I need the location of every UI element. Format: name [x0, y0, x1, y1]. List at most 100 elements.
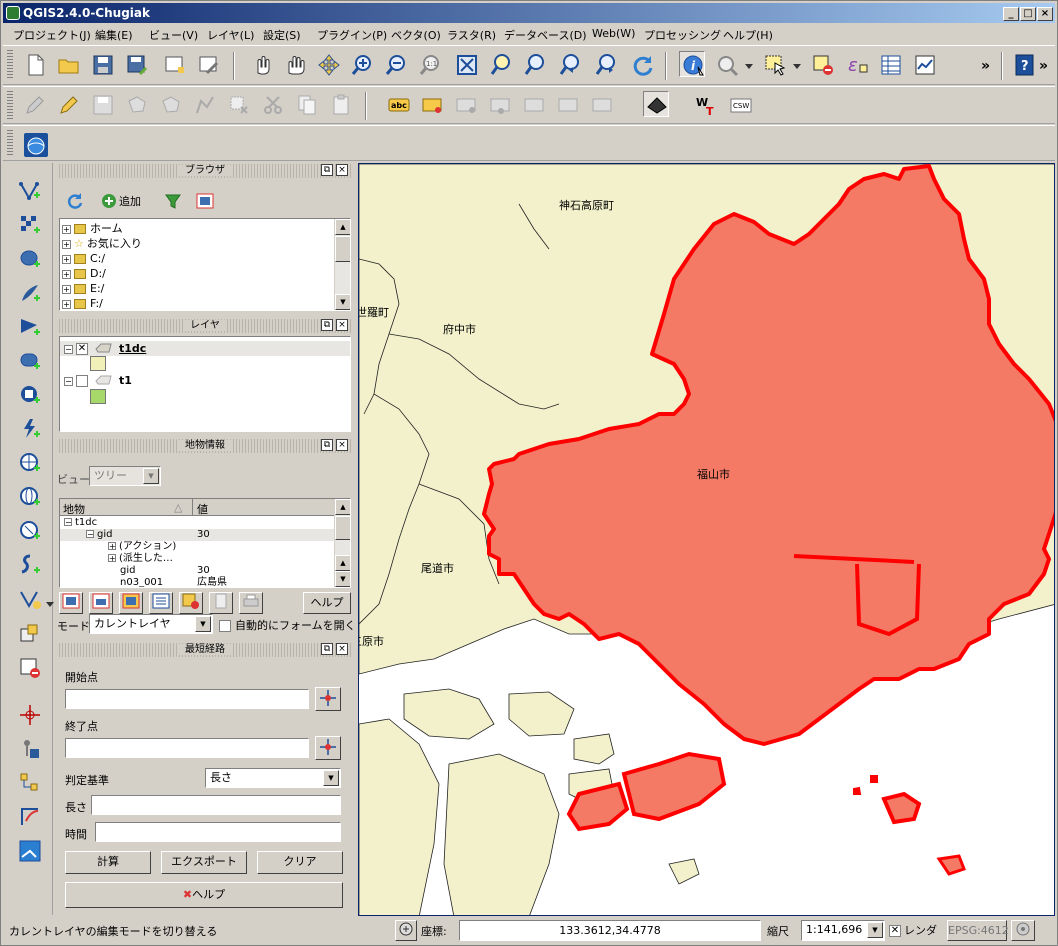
- menu-edit[interactable]: 編集(E): [95, 27, 133, 43]
- cut-features-icon[interactable]: [259, 91, 285, 117]
- add-vector-layer-icon[interactable]: [16, 177, 42, 203]
- copy-features-icon[interactable]: [293, 91, 319, 117]
- start-point-input[interactable]: [65, 689, 309, 709]
- identify-help-button[interactable]: ヘルプ: [303, 592, 351, 614]
- refresh-browser-icon[interactable]: [61, 187, 87, 213]
- add-wms-layer-icon[interactable]: [16, 381, 42, 407]
- close-icon[interactable]: ×: [336, 643, 348, 655]
- attribute-table-icon[interactable]: [877, 51, 903, 77]
- browser-item-c[interactable]: + C:/: [62, 251, 105, 266]
- calculate-button[interactable]: 計算: [65, 851, 151, 874]
- layer-visibility-checkbox[interactable]: [76, 375, 88, 387]
- add-wfs-layer-icon[interactable]: [16, 483, 42, 509]
- select-features-icon[interactable]: [761, 51, 787, 77]
- deselect-icon[interactable]: [809, 51, 835, 77]
- geometry-tool-icon[interactable]: [643, 91, 669, 117]
- menu-help[interactable]: ヘルプ(H): [723, 27, 773, 43]
- collapse-icon[interactable]: −: [64, 518, 72, 527]
- capture-coordinate-icon[interactable]: [16, 701, 42, 727]
- label-highlight-icon[interactable]: [453, 91, 479, 117]
- maximize-button[interactable]: □: [1020, 7, 1036, 21]
- menu-vector[interactable]: ベクタ(O): [391, 27, 441, 43]
- scroll-thumb[interactable]: [335, 516, 350, 540]
- road-graph-icon[interactable]: [16, 837, 42, 863]
- new-shapefile-icon[interactable]: [16, 585, 42, 611]
- refresh-icon[interactable]: [629, 51, 655, 77]
- identify-row[interactable]: + (アクション): [60, 541, 334, 553]
- browser-item-d[interactable]: + D:/: [62, 266, 106, 281]
- add-virtual-layer-icon[interactable]: [16, 619, 42, 645]
- coord-field[interactable]: 133.3612,34.4778: [459, 920, 761, 941]
- expand-new-icon[interactable]: [119, 592, 143, 614]
- identify-row[interactable]: n03_001 広島県: [60, 577, 334, 587]
- layer-labeling-icon[interactable]: abc: [385, 91, 411, 117]
- menu-layer[interactable]: レイヤ(L): [207, 27, 254, 43]
- identify-row[interactable]: − t1dc: [60, 517, 334, 529]
- minimize-button[interactable]: _: [1003, 7, 1019, 21]
- move-feature-icon[interactable]: [157, 91, 183, 117]
- delete-selected-icon[interactable]: [225, 91, 251, 117]
- browser-item-favorites[interactable]: + ☆ お気に入り: [62, 236, 142, 251]
- auto-open-form-checkbox[interactable]: 自動的にフォームを開く: [219, 617, 356, 633]
- browser-scrollbar[interactable]: ▲ ▼: [334, 219, 350, 310]
- new-project-icon[interactable]: [21, 51, 47, 77]
- filter-icon[interactable]: [159, 187, 185, 213]
- layer-item-t1dc[interactable]: − ✕ t1dc: [60, 341, 350, 356]
- collapse-icon[interactable]: −: [86, 530, 94, 539]
- browser-item-f[interactable]: + F:/: [62, 296, 103, 310]
- toolbar-overflow-2[interactable]: »: [1039, 58, 1048, 74]
- menu-raster[interactable]: ラスタ(R): [447, 27, 496, 43]
- map-svg[interactable]: 神石高原町 世羅町 府中市 福山市 尾道市 三原市: [359, 164, 1055, 916]
- identify-features-icon[interactable]: i: [679, 51, 705, 77]
- new-print-composer-icon[interactable]: [161, 51, 187, 77]
- topology-checker-icon[interactable]: [16, 769, 42, 795]
- expand-icon[interactable]: +: [108, 554, 116, 563]
- collapse-all-icon[interactable]: [89, 592, 113, 614]
- expand-icon[interactable]: +: [108, 542, 116, 551]
- layer-symbol-swatch[interactable]: [90, 389, 106, 404]
- menu-view[interactable]: ビュー(V): [149, 27, 198, 43]
- col-value-header[interactable]: 値: [197, 501, 208, 517]
- add-postgis-layer-icon[interactable]: [16, 245, 42, 271]
- coordinate-toggle-icon[interactable]: [395, 920, 417, 941]
- menu-project[interactable]: プロジェクト(J): [13, 27, 91, 43]
- chevron-down-icon[interactable]: [789, 51, 803, 77]
- save-edits-icon[interactable]: [89, 91, 115, 117]
- zoom-out-icon[interactable]: [383, 51, 409, 77]
- scroll-down-icon[interactable]: ▼: [335, 571, 350, 587]
- label-properties-icon[interactable]: [589, 91, 615, 117]
- add-browser-icon[interactable]: [95, 187, 121, 213]
- add-spatialite-layer-icon[interactable]: [16, 279, 42, 305]
- georeferencer-icon[interactable]: [16, 735, 42, 761]
- csw-icon[interactable]: CSW: [727, 91, 753, 117]
- zoom-last-icon[interactable]: [557, 51, 583, 77]
- geometry-checker-icon[interactable]: [16, 803, 42, 829]
- expand-all-icon[interactable]: [59, 592, 83, 614]
- layer-item-t1[interactable]: − t1: [60, 373, 132, 388]
- label-move-icon[interactable]: [521, 91, 547, 117]
- browser-item-e[interactable]: + E:/: [62, 281, 104, 296]
- add-mssql-layer-icon[interactable]: [16, 313, 42, 339]
- menu-processing[interactable]: プロセッシング: [644, 27, 721, 43]
- close-button[interactable]: ×: [1037, 7, 1053, 21]
- view-select[interactable]: ツリー ▼: [89, 466, 161, 486]
- pan-to-selection-icon[interactable]: [315, 51, 341, 77]
- float-icon[interactable]: ⧉: [321, 643, 333, 655]
- criterion-select[interactable]: 長さ ▼: [205, 768, 341, 788]
- scroll-thumb[interactable]: [335, 236, 350, 262]
- label-pin-icon[interactable]: [419, 91, 445, 117]
- add-delimited-text-icon[interactable]: [16, 415, 42, 441]
- identify-row[interactable]: + (派生した…: [60, 553, 334, 565]
- clear-button[interactable]: クリア: [257, 851, 343, 874]
- identify-scrollbar[interactable]: ▲ ▲ ▼: [334, 499, 350, 587]
- layer-visibility-checkbox[interactable]: ✕: [76, 343, 88, 355]
- zoom-to-layer-icon[interactable]: [521, 51, 547, 77]
- save-project-icon[interactable]: [89, 51, 115, 77]
- zoom-in-icon[interactable]: [349, 51, 375, 77]
- openlayers-plugin-icon[interactable]: [21, 130, 48, 157]
- clear-results-icon[interactable]: [179, 592, 203, 614]
- label-show-hide-icon[interactable]: [487, 91, 513, 117]
- messages-icon[interactable]: [1011, 920, 1035, 941]
- add-feature-icon[interactable]: [123, 91, 149, 117]
- close-icon[interactable]: ×: [336, 164, 348, 176]
